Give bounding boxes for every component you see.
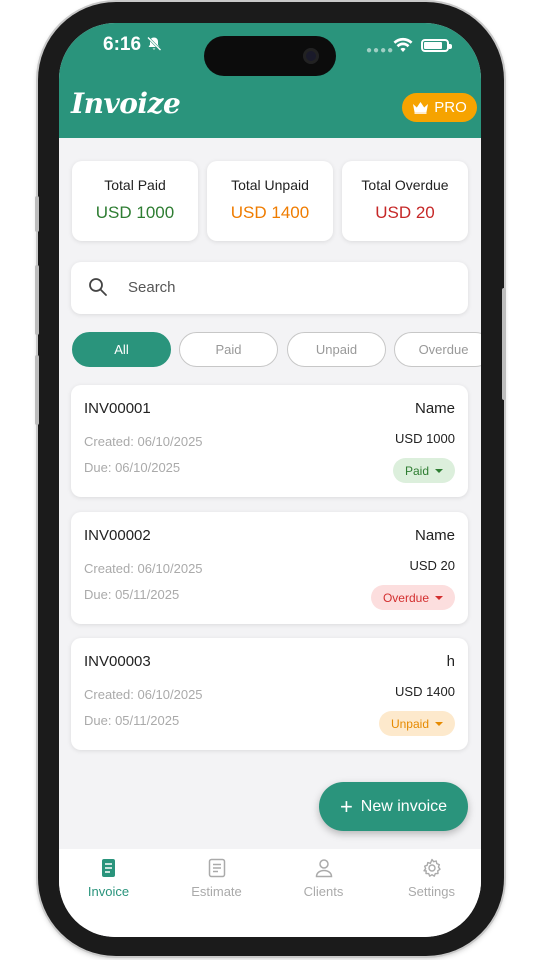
crown-icon bbox=[413, 102, 429, 114]
wifi-icon bbox=[393, 37, 413, 52]
app-screen: 6:16 ●●●● Invoize PRO Total Paid USD 100… bbox=[59, 23, 481, 937]
total-overdue-card: Total Overdue USD 20 bbox=[342, 161, 468, 241]
tab-clients[interactable]: Clients bbox=[271, 857, 376, 899]
signal-dots-icon: ●●●● bbox=[366, 45, 395, 56]
invoice-icon bbox=[101, 859, 115, 877]
invoice-due-date: Due: 05/11/2025 bbox=[84, 587, 180, 602]
camera-icon bbox=[303, 48, 319, 64]
total-unpaid-value: USD 1400 bbox=[230, 203, 310, 222]
caret-down-icon bbox=[435, 595, 443, 600]
gear-icon bbox=[422, 858, 441, 877]
invoice-due-date: Due: 05/11/2025 bbox=[84, 713, 180, 728]
invoice-created-date: Created: 06/10/2025 bbox=[84, 687, 203, 702]
total-overdue-label: Total Overdue bbox=[361, 177, 449, 193]
action-button bbox=[35, 196, 39, 232]
invoice-created-date: Created: 06/10/2025 bbox=[84, 561, 203, 576]
status-dropdown[interactable]: Paid bbox=[392, 458, 455, 483]
invoice-client-name: h bbox=[446, 653, 455, 670]
invoice-client-name: Name bbox=[414, 527, 455, 544]
power-button bbox=[502, 288, 506, 400]
person-icon bbox=[315, 859, 332, 878]
caret-down-icon bbox=[435, 721, 443, 726]
tab-invoice-label: Invoice bbox=[87, 884, 130, 899]
status-label: Unpaid bbox=[390, 716, 429, 731]
pro-button[interactable]: PRO bbox=[402, 93, 477, 122]
tab-clients-label: Clients bbox=[303, 884, 344, 899]
battery-icon bbox=[421, 39, 452, 52]
estimate-icon bbox=[208, 858, 225, 878]
status-label: Overdue bbox=[382, 590, 429, 605]
total-unpaid-label: Total Unpaid bbox=[231, 177, 309, 193]
invoice-amount: USD 20 bbox=[409, 558, 455, 573]
total-paid-card: Total Paid USD 1000 bbox=[72, 161, 198, 241]
status-label: Paid bbox=[404, 463, 429, 478]
bottom-tab-bar: Invoice Estimate Clients Settings bbox=[59, 849, 481, 937]
filter-chip-overdue[interactable]: Overdue bbox=[394, 332, 481, 367]
invoice-card[interactable]: INV00001 Created: 06/10/2025 Due: 06/10/… bbox=[71, 385, 468, 497]
filter-chip-all[interactable]: All bbox=[72, 332, 171, 367]
bell-off-icon bbox=[147, 36, 162, 51]
invoice-card[interactable]: INV00003 Created: 06/10/2025 Due: 05/11/… bbox=[71, 638, 468, 750]
invoice-due-date: Due: 06/10/2025 bbox=[84, 460, 181, 475]
invoice-card[interactable]: INV00002 Created: 06/10/2025 Due: 05/11/… bbox=[71, 512, 468, 624]
tab-invoice[interactable]: Invoice bbox=[59, 857, 161, 899]
invoice-amount: USD 1400 bbox=[395, 684, 455, 699]
search-placeholder: Search bbox=[128, 279, 176, 296]
status-dropdown[interactable]: Overdue bbox=[370, 585, 455, 610]
plus-icon: + bbox=[339, 793, 353, 819]
search-input[interactable]: Search bbox=[71, 262, 468, 314]
total-paid-value: USD 1000 bbox=[95, 203, 175, 222]
status-dropdown[interactable]: Unpaid bbox=[378, 711, 455, 736]
app-logo: Invoize bbox=[71, 87, 181, 120]
app-header: 6:16 ●●●● Invoize PRO bbox=[59, 23, 481, 138]
invoice-number: INV00002 bbox=[84, 527, 151, 544]
invoice-client-name: Name bbox=[414, 400, 455, 417]
volume-up-button bbox=[35, 265, 39, 335]
search-icon bbox=[89, 278, 107, 296]
new-invoice-label: New invoice bbox=[360, 797, 448, 815]
pro-label: PRO bbox=[434, 99, 467, 116]
dynamic-island bbox=[204, 36, 336, 76]
tab-settings[interactable]: Settings bbox=[379, 857, 481, 899]
tab-estimate-label: Estimate bbox=[191, 884, 242, 899]
invoice-number: INV00003 bbox=[84, 653, 151, 670]
new-invoice-button[interactable]: + New invoice bbox=[319, 782, 468, 831]
total-unpaid-card: Total Unpaid USD 1400 bbox=[207, 161, 333, 241]
invoice-number: INV00001 bbox=[84, 400, 151, 417]
tab-settings-label: Settings bbox=[408, 884, 455, 899]
caret-down-icon bbox=[435, 468, 443, 473]
invoice-created-date: Created: 06/10/2025 bbox=[84, 434, 203, 449]
tab-estimate[interactable]: Estimate bbox=[164, 857, 269, 899]
total-overdue-value: USD 20 bbox=[375, 203, 435, 222]
filter-chip-unpaid[interactable]: Unpaid bbox=[287, 332, 386, 367]
total-paid-label: Total Paid bbox=[104, 177, 166, 193]
invoice-amount: USD 1000 bbox=[395, 431, 455, 446]
volume-down-button bbox=[35, 355, 39, 425]
filter-chip-paid[interactable]: Paid bbox=[179, 332, 278, 367]
status-time: 6:16 bbox=[103, 34, 142, 55]
